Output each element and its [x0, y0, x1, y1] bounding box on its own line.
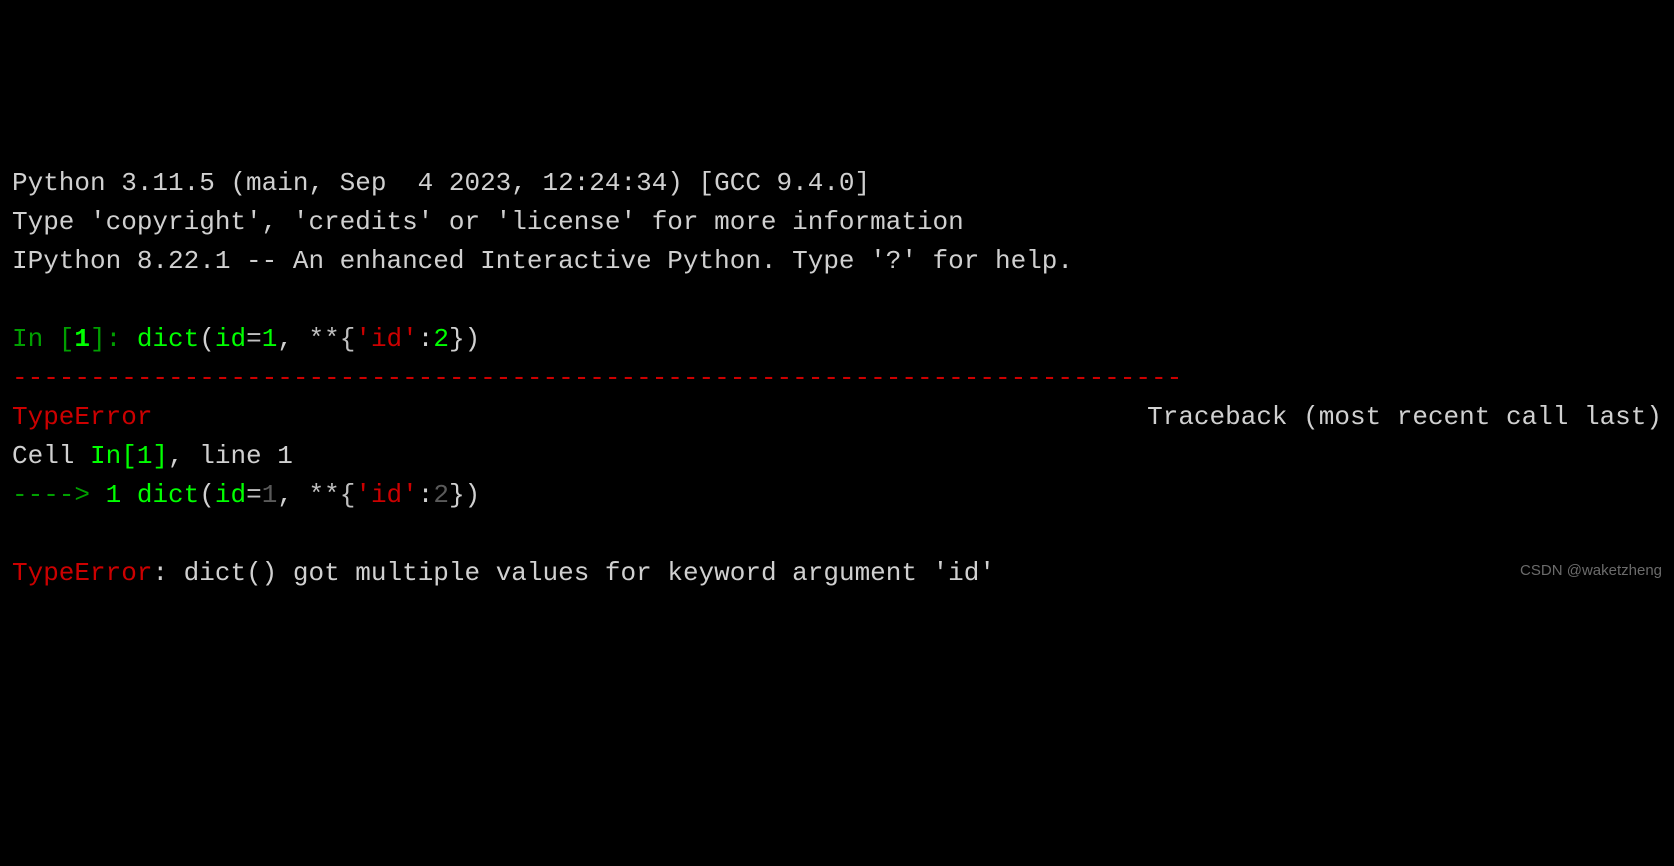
tb-arg-name: id [215, 480, 246, 510]
code-close: }) [449, 324, 480, 354]
cell-line-suffix: , line 1 [168, 441, 293, 471]
code-kwargs: **{ [309, 324, 356, 354]
tb-arg-val: 1 [262, 480, 278, 510]
code-arg-name: id [215, 324, 246, 354]
cell-in-bracket: In[1] [90, 441, 168, 471]
traceback-separator: ----------------------------------------… [12, 359, 1662, 398]
cell-prefix: Cell [12, 441, 90, 471]
code-comma: , [277, 324, 308, 354]
terminal-output: Python 3.11.5 (main, Sep 4 2023, 12:24:3… [12, 164, 1662, 593]
error-type-name: TypeError [12, 398, 152, 437]
code-val2: 2 [433, 324, 449, 354]
traceback-arrow: ----> [12, 480, 106, 510]
code-open-paren: ( [199, 324, 215, 354]
prompt-in-close: ]: [90, 324, 137, 354]
tb-key: 'id' [355, 480, 417, 510]
tb-close: }) [449, 480, 480, 510]
tb-colon: : [418, 480, 434, 510]
tb-func: dict [137, 480, 199, 510]
tb-val2: 2 [433, 480, 449, 510]
error-message-line: TypeError: dict() got multiple values fo… [12, 554, 1662, 593]
blank-line-2 [12, 515, 1662, 554]
traceback-header-row: TypeError Traceback (most recent call las… [12, 398, 1662, 437]
error-message: dict() got multiple values for keyword a… [184, 558, 995, 588]
code-colon: : [418, 324, 434, 354]
error-prefix: TypeError [12, 558, 152, 588]
prompt-number: 1 [74, 324, 90, 354]
blank-line [12, 281, 1662, 320]
traceback-label: Traceback (most recent call last) [1147, 398, 1662, 437]
tb-kwargs: **{ [309, 480, 356, 510]
traceback-code-line: ----> 1 dict(id=1, **{'id':2}) [12, 476, 1662, 515]
tb-comma: , [277, 480, 308, 510]
prompt-in-open: In [ [12, 324, 74, 354]
traceback-line-no: 1 [106, 480, 137, 510]
ipython-line: IPython 8.22.1 -- An enhanced Interactiv… [12, 242, 1662, 281]
tb-open-paren: ( [199, 480, 215, 510]
tb-eq: = [246, 480, 262, 510]
code-arg-val: 1 [262, 324, 278, 354]
code-key: 'id' [355, 324, 417, 354]
code-func: dict [137, 324, 199, 354]
copyright-line: Type 'copyright', 'credits' or 'license'… [12, 203, 1662, 242]
error-colon: : [152, 558, 183, 588]
python-version-line: Python 3.11.5 (main, Sep 4 2023, 12:24:3… [12, 164, 1662, 203]
watermark: CSDN @waketzheng [1520, 560, 1662, 583]
input-line[interactable]: In [1]: dict(id=1, **{'id':2}) [12, 320, 1662, 359]
code-eq: = [246, 324, 262, 354]
traceback-cell-line: Cell In[1], line 1 [12, 437, 1662, 476]
